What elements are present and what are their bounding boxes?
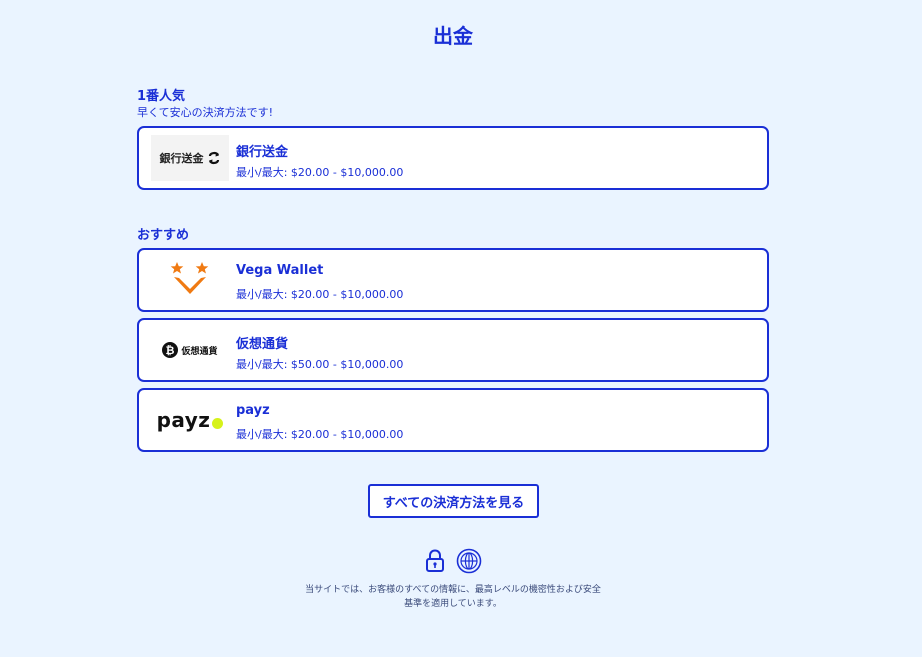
payz-dot-icon — [212, 417, 224, 429]
security-icons — [424, 548, 482, 574]
security-note-line-1: 当サイトでは、お客様のすべての情報に、最高レベルの機密性および安全 — [305, 585, 601, 595]
method-limits: 最小/最大: $50.00 - $10,000.00 — [236, 358, 404, 371]
security-note-line-2: 基準を適用しています。 — [404, 599, 502, 609]
page-title: 出金 — [433, 24, 473, 48]
svg-text:₿: ₿ — [166, 344, 175, 357]
recommended-section-title: おすすめ — [137, 228, 190, 243]
popular-section-subtitle: 早くて安心の決済方法です! — [137, 106, 274, 119]
method-card-bank-transfer[interactable]: 銀行送金 銀行送金 最小/最大: $20.00 - $10,000.00 — [137, 126, 769, 190]
globe-icon — [456, 548, 482, 574]
method-name: payz — [236, 403, 270, 418]
method-card-payz[interactable]: payz payz 最小/最大: $20.00 - $10,000.00 — [137, 388, 769, 452]
bitcoin-icon: ₿ — [162, 342, 179, 358]
method-card-crypto[interactable]: ₿ 仮想通貨 仮想通貨 最小/最大: $50.00 - $10,000.00 — [137, 318, 769, 382]
lock-icon — [426, 549, 444, 572]
vega-wallet-logo-wrap — [151, 257, 229, 303]
method-name: 仮想通貨 — [236, 337, 289, 352]
view-all-methods-button[interactable]: すべての決済方法を見る — [368, 484, 539, 518]
bank-transfer-icon — [208, 151, 219, 165]
crypto-logo-text: 仮想通貨 — [181, 346, 218, 357]
method-limits: 最小/最大: $20.00 - $10,000.00 — [236, 288, 404, 301]
bank-logo-text: 銀行送金 — [159, 152, 204, 165]
method-card-vega-wallet[interactable]: Vega Wallet 最小/最大: $20.00 - $10,000.00 — [137, 248, 769, 312]
crypto-logo: ₿ 仮想通貨 — [151, 327, 229, 373]
bank-transfer-logo: 銀行送金 — [151, 135, 229, 181]
method-name: Vega Wallet — [236, 263, 324, 278]
vega-wallet-logo — [170, 262, 209, 294]
method-name: 銀行送金 — [236, 145, 289, 160]
payz-logo: payz — [151, 397, 229, 443]
payz-logo-text: payz — [156, 408, 211, 432]
method-limits: 最小/最大: $20.00 - $10,000.00 — [236, 428, 404, 441]
popular-section-title: 1番人気 — [137, 89, 186, 104]
method-limits: 最小/最大: $20.00 - $10,000.00 — [236, 166, 404, 179]
security-note: 当サイトでは、お客様のすべての情報に、最高レベルの機密性および安全 基準を適用し… — [0, 583, 906, 611]
